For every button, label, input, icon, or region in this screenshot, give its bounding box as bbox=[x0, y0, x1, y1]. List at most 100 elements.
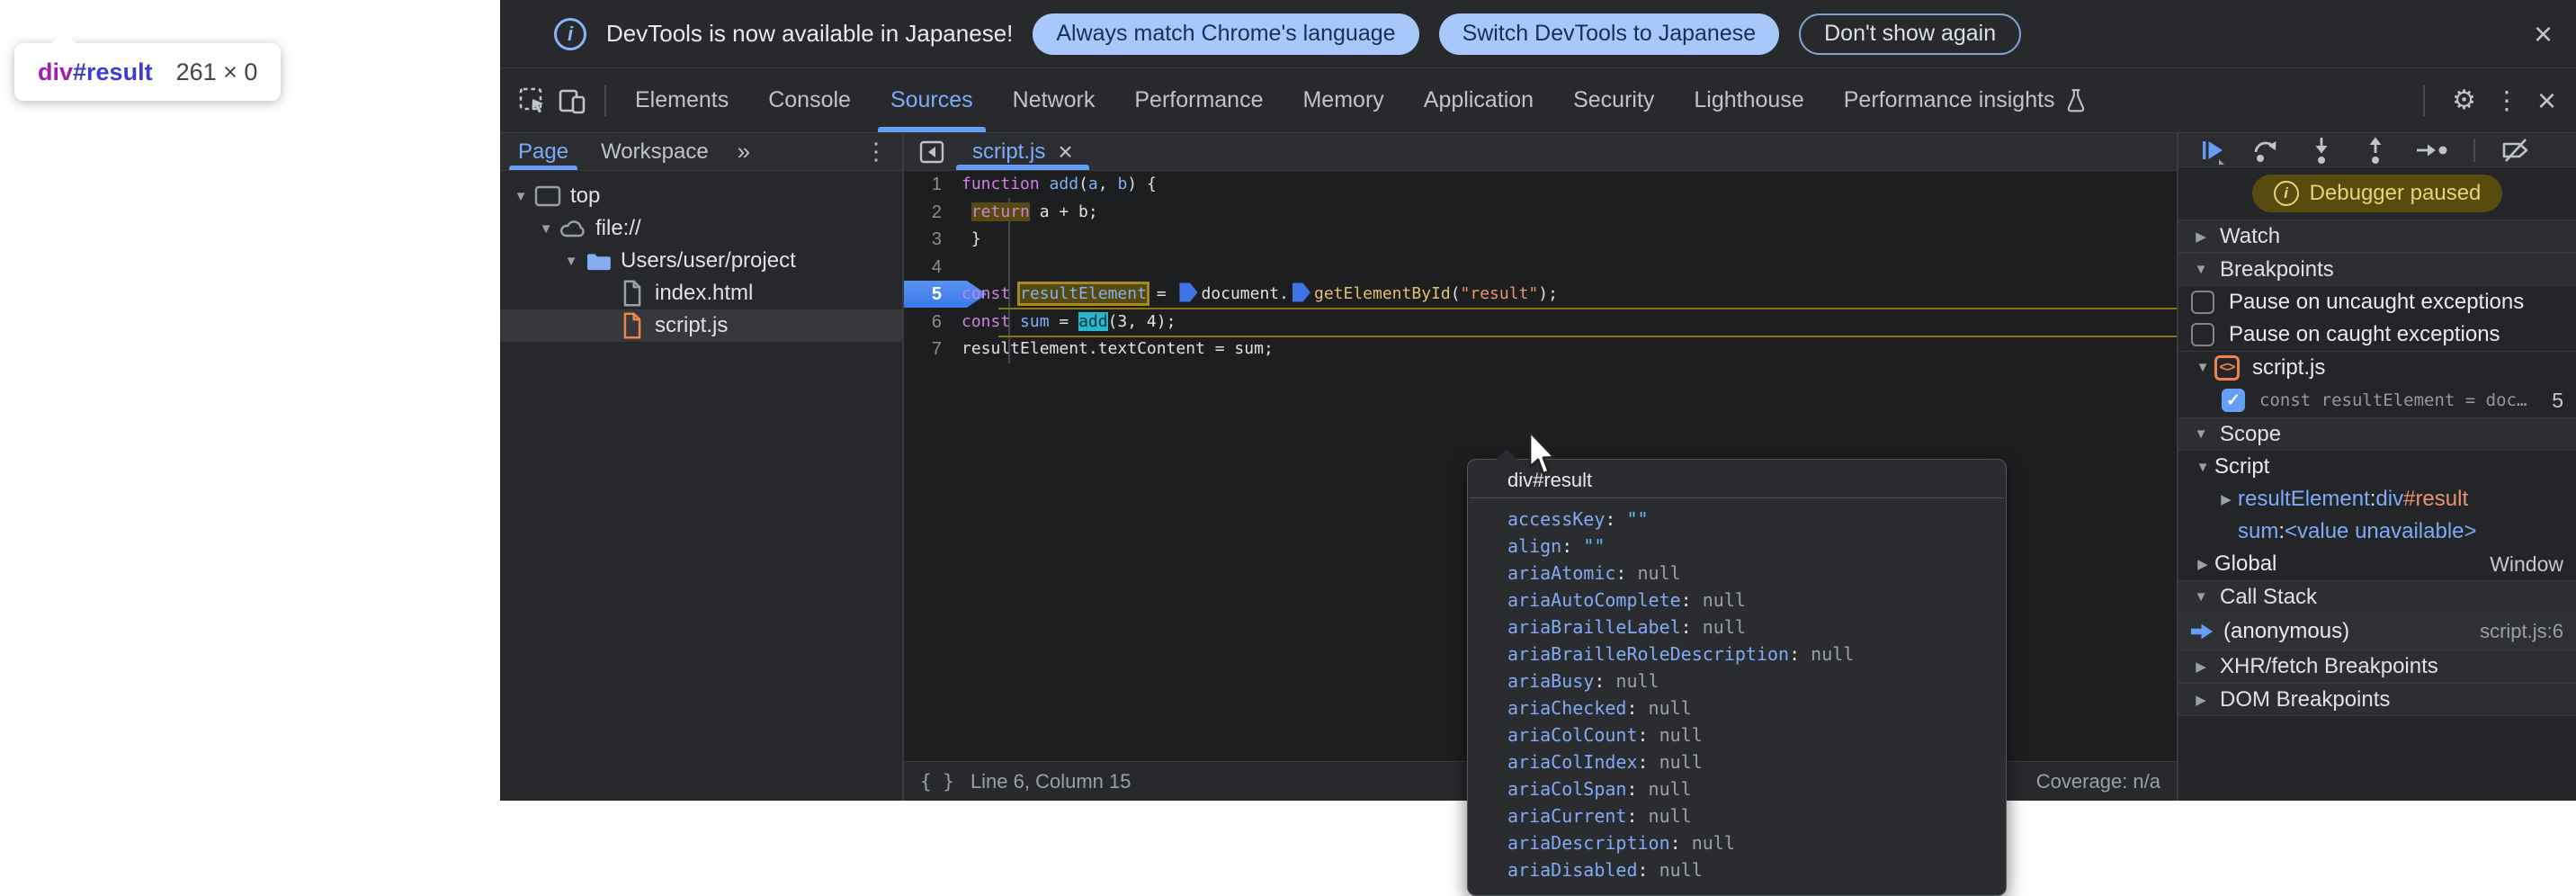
pause-caught-row[interactable]: Pause on caught exceptions bbox=[2178, 318, 2576, 351]
tree-item-file-origin[interactable]: ▼ file:// bbox=[500, 212, 902, 245]
expand-icon[interactable]: ▼ bbox=[534, 221, 558, 237]
code-token: const bbox=[962, 312, 1010, 331]
tree-item-top[interactable]: ▼ top bbox=[500, 180, 902, 212]
more-options-icon[interactable]: ⋮ bbox=[2494, 88, 2519, 113]
tab-lighthouse[interactable]: Lighthouse bbox=[1674, 68, 1823, 132]
tab-memory[interactable]: Memory bbox=[1283, 68, 1403, 132]
collapse-icon[interactable]: ▼ bbox=[2189, 262, 2213, 277]
line-number[interactable]: 1 bbox=[904, 171, 962, 199]
tab-elements[interactable]: Elements bbox=[615, 68, 748, 132]
property-name: ariaBrailleLabel bbox=[1507, 616, 1681, 638]
step-over-icon[interactable] bbox=[2250, 135, 2283, 166]
collapse-icon[interactable]: ▶ bbox=[2189, 692, 2213, 708]
code-token bbox=[1010, 312, 1020, 331]
resume-script-icon[interactable] bbox=[2196, 135, 2227, 166]
collapse-icon[interactable]: ▶ bbox=[2189, 659, 2213, 675]
coverage-status: Coverage: n/a bbox=[2036, 770, 2160, 793]
code-line-3[interactable]: 3 } bbox=[904, 226, 2177, 254]
collapse-icon[interactable]: ▼ bbox=[2189, 589, 2213, 605]
line-number[interactable]: 5 bbox=[904, 281, 962, 309]
line-number[interactable]: 6 bbox=[904, 309, 962, 336]
inline-breakpoint-marker-icon[interactable] bbox=[1292, 282, 1310, 303]
section-dom-breakpoints[interactable]: ▶ DOM Breakpoints bbox=[2178, 683, 2576, 716]
tab-network[interactable]: Network bbox=[993, 68, 1115, 132]
code-line-2[interactable]: 2 return a + b; bbox=[904, 199, 2177, 227]
checkbox-unchecked[interactable] bbox=[2191, 323, 2214, 346]
dont-show-again-button[interactable]: Don't show again bbox=[1799, 13, 2021, 55]
code-line-7[interactable]: 7resultElement.textContent = sum; bbox=[904, 336, 2177, 363]
breakpoint-entry[interactable]: ✓ const resultElement = doc… 5 bbox=[2178, 383, 2576, 417]
device-toolbar-icon[interactable] bbox=[556, 85, 588, 117]
inspect-element-icon[interactable] bbox=[516, 85, 549, 117]
sidebar-menu-icon[interactable]: ⋮ bbox=[864, 138, 888, 166]
code-token: ( bbox=[1078, 175, 1088, 193]
panel-tabs: ElementsConsoleSourcesNetworkPerformance… bbox=[615, 68, 2107, 132]
scope-var-resultelement[interactable]: ▶ resultElement: div#result bbox=[2178, 483, 2576, 515]
tab-page[interactable]: Page bbox=[514, 133, 572, 170]
tree-item-index-html[interactable]: index.html bbox=[500, 277, 902, 309]
section-watch[interactable]: ▶ Watch bbox=[2178, 220, 2576, 253]
devtools-close-icon[interactable]: × bbox=[2537, 85, 2556, 117]
collapse-icon[interactable]: ▼ bbox=[2189, 426, 2213, 442]
tooltip-tag: div bbox=[38, 58, 73, 85]
expand-icon[interactable]: ▼ bbox=[559, 254, 583, 269]
expand-icon[interactable]: ▼ bbox=[509, 189, 532, 204]
tab-sources[interactable]: Sources bbox=[871, 68, 993, 132]
tab-security[interactable]: Security bbox=[1553, 68, 1674, 132]
deactivate-breakpoints-icon[interactable] bbox=[2499, 135, 2533, 166]
tab-label: Performance insights bbox=[1844, 87, 2055, 113]
section-breakpoints[interactable]: ▼ Breakpoints bbox=[2178, 253, 2576, 286]
breakpoint-line-number: 5 bbox=[2543, 389, 2563, 413]
tab-close-icon[interactable]: × bbox=[1058, 138, 1072, 166]
settings-gear-icon[interactable]: ⚙ bbox=[2452, 87, 2476, 114]
line-number[interactable]: 3 bbox=[904, 226, 962, 254]
pause-uncaught-row[interactable]: Pause on uncaught exceptions bbox=[2178, 286, 2576, 318]
expand-icon[interactable]: ▶ bbox=[2214, 491, 2238, 507]
line-number[interactable]: 4 bbox=[904, 254, 962, 282]
tab-workspace[interactable]: Workspace bbox=[597, 133, 712, 170]
tree-item-project-folder[interactable]: ▼ Users/user/project bbox=[500, 245, 902, 277]
code-line-5[interactable]: 5const resultElement = document.getEleme… bbox=[904, 281, 2177, 309]
line-number[interactable]: 7 bbox=[904, 336, 962, 363]
call-stack-frame[interactable]: (anonymous) script.js:6 bbox=[2178, 614, 2576, 650]
scope-global-group[interactable]: ▶ Global Window bbox=[2178, 548, 2576, 580]
section-label: Scope bbox=[2220, 422, 2281, 447]
checkbox-unchecked[interactable] bbox=[2191, 291, 2214, 314]
property-name: ariaColIndex bbox=[1507, 751, 1638, 773]
hide-navigator-icon[interactable] bbox=[917, 137, 947, 167]
pretty-print-icon[interactable]: { } bbox=[920, 771, 954, 793]
expand-icon[interactable]: ▶ bbox=[2191, 556, 2214, 572]
editor-tab-script-js[interactable]: script.js × bbox=[956, 133, 1089, 170]
tab-performance[interactable]: Performance bbox=[1114, 68, 1283, 132]
checkbox-checked[interactable]: ✓ bbox=[2222, 389, 2245, 412]
inline-breakpoint-marker-icon[interactable] bbox=[1179, 282, 1197, 303]
section-xhr-breakpoints[interactable]: ▶ XHR/fetch Breakpoints bbox=[2178, 650, 2576, 683]
step-out-icon[interactable] bbox=[2360, 135, 2391, 166]
tab-performance-insights[interactable]: Performance insights bbox=[1824, 68, 2107, 132]
step-icon[interactable] bbox=[2414, 135, 2450, 166]
collapse-icon[interactable]: ▼ bbox=[2191, 360, 2214, 375]
notification-close-icon[interactable]: × bbox=[2534, 18, 2553, 50]
tab-console[interactable]: Console bbox=[748, 68, 871, 132]
scope-var-sum[interactable]: sum: <value unavailable> bbox=[2178, 515, 2576, 548]
tree-item-script-js[interactable]: script.js bbox=[500, 309, 902, 342]
breakpoint-file-group[interactable]: ▼ <> script.js bbox=[2178, 351, 2576, 383]
collapse-icon[interactable]: ▶ bbox=[2189, 228, 2213, 245]
property-value: null bbox=[1703, 589, 1746, 611]
colon: : bbox=[2278, 519, 2285, 544]
more-tabs-icon[interactable]: » bbox=[738, 138, 750, 166]
switch-to-japanese-button[interactable]: Switch DevTools to Japanese bbox=[1439, 13, 1780, 55]
collapse-icon[interactable]: ▼ bbox=[2191, 460, 2214, 475]
line-number[interactable]: 2 bbox=[904, 199, 962, 227]
element-dimensions-tooltip: div#result 261 × 0 bbox=[14, 43, 281, 101]
step-into-icon[interactable] bbox=[2306, 135, 2337, 166]
section-scope[interactable]: ▼ Scope bbox=[2178, 417, 2576, 451]
code-line-4[interactable]: 4 bbox=[904, 254, 2177, 282]
always-match-language-button[interactable]: Always match Chrome's language bbox=[1033, 13, 1418, 55]
section-call-stack[interactable]: ▼ Call Stack bbox=[2178, 580, 2576, 614]
code-line-6[interactable]: 6const sum = add(3, 4); bbox=[904, 309, 2177, 336]
code-line-1[interactable]: 1function add(a, b) { bbox=[904, 171, 2177, 199]
html-file-icon bbox=[617, 280, 648, 307]
scope-script-group[interactable]: ▼ Script bbox=[2178, 451, 2576, 483]
tab-application[interactable]: Application bbox=[1404, 68, 1553, 132]
